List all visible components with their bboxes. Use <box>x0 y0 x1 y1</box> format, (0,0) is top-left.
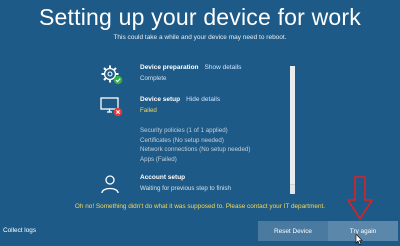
step-title: Device preparation <box>140 64 199 71</box>
detail-item: Network connections (No setup needed) <box>140 146 251 153</box>
hide-details-link[interactable]: Hide details <box>186 96 220 103</box>
check-badge-icon <box>113 75 123 85</box>
try-again-button[interactable]: Try again <box>328 221 398 241</box>
step-header: Account setup <box>140 174 185 181</box>
step-status: Waiting for previous step to finish <box>140 185 231 192</box>
error-message: Oh no! Something didn't do what it was s… <box>74 203 326 210</box>
gear-icon <box>101 65 123 85</box>
scrollbar-thumb[interactable] <box>290 66 295 185</box>
mouse-cursor-icon <box>355 234 363 245</box>
step-header: Device preparation Show details <box>140 64 241 71</box>
step-status: Failed <box>140 107 157 114</box>
detail-item: Apps (Failed) <box>140 155 177 163</box>
detail-item: Certificates (No setup needed) <box>140 136 224 144</box>
error-badge-icon <box>113 107 123 117</box>
monitor-icon <box>100 97 123 117</box>
annotation-arrow-icon <box>347 176 373 220</box>
user-icon <box>101 175 119 194</box>
step-title: Account setup <box>140 174 186 181</box>
reset-device-button[interactable]: Reset Device <box>258 221 328 241</box>
step-title: Device setup <box>140 96 181 103</box>
page-subtitle: This could take a while and your device … <box>113 34 287 41</box>
page-title: Setting up your device for work <box>39 4 361 30</box>
step-status: Complete <box>140 75 167 82</box>
step-header: Device setup Hide details <box>140 96 220 103</box>
setup-steps-panel: Device preparation Show details Complete … <box>88 62 300 197</box>
show-details-link[interactable]: Show details <box>205 64 242 71</box>
collect-logs-link[interactable]: Collect logs <box>3 227 36 234</box>
detail-item: Security policies (1 of 1 applied) <box>140 127 228 134</box>
